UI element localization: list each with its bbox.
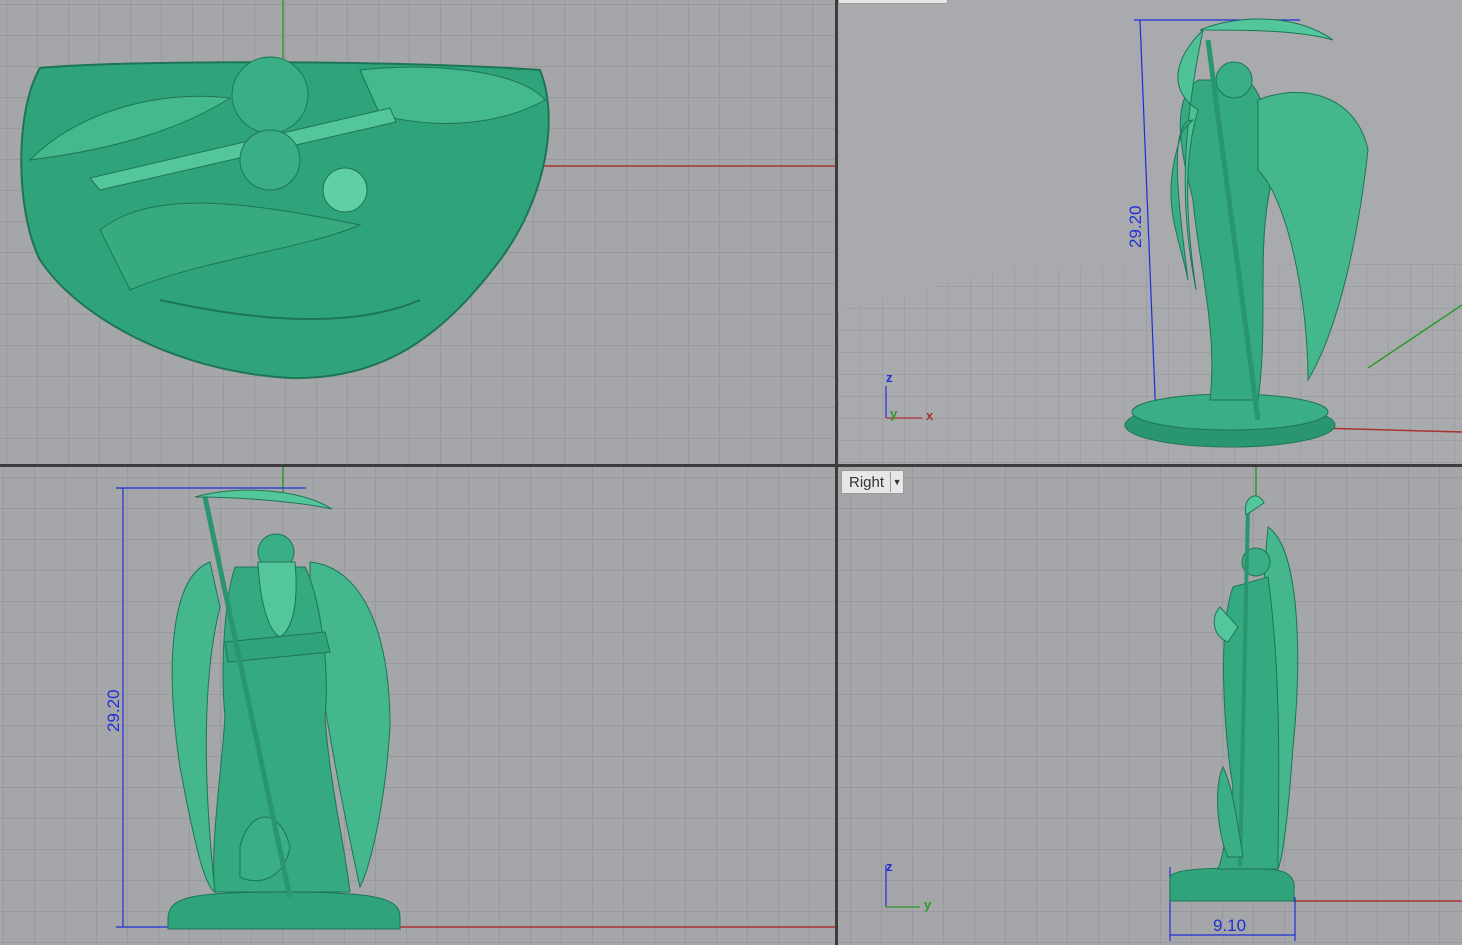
viewport-top[interactable] (0, 0, 835, 464)
front-view-canvas (116, 467, 835, 930)
dimension-label: 29.20 (104, 689, 123, 732)
viewport-perspective[interactable]: 29.20 z y x (838, 0, 1462, 464)
statue-top-view (20, 56, 550, 380)
axis-label-z: z (886, 370, 893, 385)
top-view-canvas (20, 0, 835, 380)
viewport-right[interactable]: Right ▼ 9.10 z y (838, 467, 1462, 945)
statue-side-view (1169, 495, 1299, 902)
dimension-label: 29.20 (1126, 205, 1145, 248)
axis-label-x: x (926, 408, 934, 423)
viewport-divider-vertical[interactable] (835, 0, 838, 945)
axis-label-z: z (886, 859, 893, 874)
viewport-front[interactable]: 29.20 (0, 467, 835, 945)
statue-front-view (167, 489, 401, 930)
viewport-divider-horizontal[interactable] (0, 464, 1462, 467)
axis-label-y: y (924, 897, 932, 912)
dimension-label: 9.10 (1213, 916, 1247, 935)
perspective-canvas (838, 18, 1462, 464)
axis-label-y: y (890, 406, 898, 421)
right-view-canvas (885, 467, 1462, 941)
